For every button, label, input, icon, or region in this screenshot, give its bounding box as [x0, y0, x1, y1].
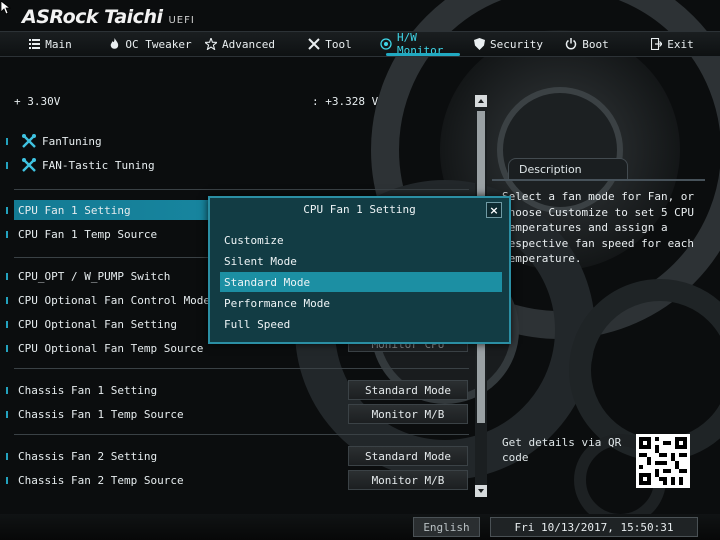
chassis-fan2-setting-value[interactable]: Standard Mode	[348, 446, 468, 466]
fan-tastic-tuning-label: FAN-Tastic Tuning	[42, 158, 155, 172]
row-bullet-icon	[6, 273, 8, 280]
wrench-icon	[22, 158, 36, 172]
row-bullet-icon	[6, 411, 8, 418]
row-bullet-icon	[6, 345, 8, 352]
tab-hw-monitor[interactable]: H/W Monitor	[380, 31, 466, 57]
option-performance-mode[interactable]: Performance Mode	[220, 293, 502, 313]
list-item-chassis-fan2-setting[interactable]: Chassis Fan 2 Setting	[6, 446, 344, 466]
setting-label: CPU Optional Fan Control Mode	[18, 293, 211, 307]
language-button[interactable]: English	[413, 517, 480, 537]
brand-logo: ASRock Taichi UEFI	[22, 6, 195, 30]
fantuning-label: FanTuning	[42, 134, 102, 148]
datetime-display: Fri 10/13/2017, 15:50:31	[490, 517, 698, 537]
divider	[14, 434, 469, 435]
description-title: Description	[508, 158, 628, 180]
flame-icon	[108, 38, 120, 50]
tab-security-label: Security	[490, 37, 543, 51]
chevron-up-icon	[478, 99, 484, 103]
setting-label: Chassis Fan 2 Temp Source	[18, 473, 184, 487]
setting-label: CPU Optional Fan Temp Source	[18, 341, 204, 355]
list-item-chassis-fan2-temp-source[interactable]: Chassis Fan 2 Temp Source	[6, 470, 344, 490]
dialog-title: CPU Fan 1 Setting	[303, 203, 416, 216]
mouse-cursor-icon	[1, 1, 11, 15]
row-bullet-icon	[6, 231, 8, 238]
row-bullet-icon	[6, 297, 8, 304]
list-item-chassis-fan1-temp-source[interactable]: Chassis Fan 1 Temp Source	[6, 404, 344, 424]
tab-exit[interactable]: Exit	[624, 31, 720, 57]
option-customize[interactable]: Customize	[220, 230, 502, 250]
brand-tag: UEFI	[168, 15, 195, 26]
description-divider	[492, 179, 705, 181]
setting-label: CPU_OPT / W_PUMP Switch	[18, 269, 171, 283]
row-bullet-icon	[6, 387, 8, 394]
tab-boot-label: Boot	[582, 37, 609, 51]
tab-hw-monitor-label: H/W Monitor	[397, 31, 444, 57]
cpu-fan-setting-dialog: CPU Fan 1 Setting × Customize Silent Mod…	[208, 196, 511, 344]
shield-icon	[473, 38, 485, 50]
chevron-down-icon	[478, 489, 484, 493]
power-icon	[565, 38, 577, 50]
tab-main[interactable]: Main	[0, 31, 100, 57]
close-icon: ×	[489, 203, 499, 217]
tab-boot[interactable]: Boot	[550, 31, 624, 57]
brand-name: ASRock Taichi	[22, 6, 163, 28]
option-standard-mode[interactable]: Standard Mode	[220, 272, 502, 292]
description-text: Select a fan mode for Fan, or choose Cus…	[502, 190, 695, 265]
tab-advanced-label: Advanced	[222, 37, 275, 51]
tab-security[interactable]: Security	[466, 31, 550, 57]
wrench-icon	[22, 134, 36, 148]
tab-tool[interactable]: Tool	[280, 31, 380, 57]
scroll-up-button[interactable]	[475, 95, 487, 107]
scroll-down-button[interactable]	[475, 485, 487, 497]
row-bullet-icon	[6, 477, 8, 484]
voltage-row: + 3.30V : +3.328 V	[14, 91, 469, 111]
star-icon	[205, 38, 217, 50]
qr-code-image	[636, 434, 690, 488]
tab-advanced[interactable]: Advanced	[200, 31, 280, 57]
list-icon	[28, 38, 40, 50]
option-full-speed[interactable]: Full Speed	[220, 314, 502, 334]
chassis-fan1-temp-source-value[interactable]: Monitor M/B	[348, 404, 468, 424]
tab-oc-tweaker[interactable]: OC Tweaker	[100, 31, 200, 57]
tab-main-label: Main	[45, 37, 72, 51]
row-bullet-icon	[6, 207, 8, 214]
list-item-fan-tastic-tuning[interactable]: FAN-Tastic Tuning	[6, 155, 314, 175]
tab-oc-tweaker-label: OC Tweaker	[125, 37, 192, 51]
exit-icon	[650, 38, 662, 50]
qr-label: Get details via QR code	[502, 436, 622, 464]
list-item-fantuning[interactable]: FanTuning	[6, 131, 314, 151]
setting-label: CPU Optional Fan Setting	[18, 317, 177, 331]
row-bullet-icon	[6, 162, 8, 169]
setting-label: Chassis Fan 2 Setting	[18, 449, 158, 463]
row-bullet-icon	[6, 453, 8, 460]
tab-exit-label: Exit	[667, 37, 694, 51]
divider	[14, 189, 469, 190]
divider	[14, 368, 469, 369]
option-silent-mode[interactable]: Silent Mode	[220, 251, 502, 271]
tab-tool-label: Tool	[325, 37, 352, 51]
close-button[interactable]: ×	[486, 202, 502, 218]
list-item-chassis-fan1-setting[interactable]: Chassis Fan 1 Setting	[6, 380, 344, 400]
tools-icon	[308, 38, 320, 50]
row-bullet-icon	[6, 321, 8, 328]
setting-label: Chassis Fan 1 Temp Source	[18, 407, 184, 421]
chassis-fan1-setting-value[interactable]: Standard Mode	[348, 380, 468, 400]
row-bullet-icon	[6, 138, 8, 145]
setting-label: Chassis Fan 1 Setting	[18, 383, 158, 397]
voltage-value: : +3.328 V	[312, 94, 379, 108]
setting-label: CPU Fan 1 Setting	[18, 203, 131, 217]
chassis-fan2-temp-source-value[interactable]: Monitor M/B	[348, 470, 468, 490]
main-menu-bar: Main OC Tweaker Advanced Tool H/W Monito…	[0, 31, 720, 57]
setting-label: CPU Fan 1 Temp Source	[18, 227, 158, 241]
voltage-label: + 3.30V	[14, 94, 61, 108]
monitor-icon	[380, 38, 392, 50]
